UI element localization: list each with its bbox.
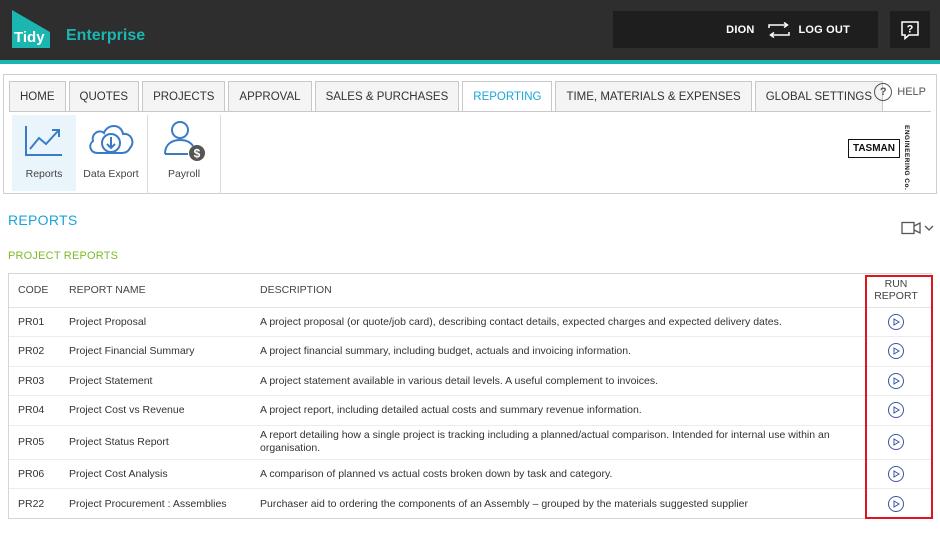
cell-code: PR02: [9, 336, 60, 367]
subnav-data-export-label: Data Export: [83, 168, 139, 180]
subnav-reports-label: Reports: [25, 168, 63, 180]
tab-quotes[interactable]: QUOTES: [68, 81, 140, 112]
cell-report-name: Project Statement: [60, 366, 251, 396]
tab-approval[interactable]: APPROVAL: [228, 81, 312, 112]
svg-text:$: $: [194, 147, 201, 161]
company-logo: TASMAN ENGINEERING Co.: [847, 125, 910, 191]
table-row: PR06 Project Cost Analysis A comparison …: [9, 459, 931, 489]
logo-enterprise-text: Enterprise: [66, 27, 146, 44]
run-report-button[interactable]: [888, 434, 904, 450]
table-row: PR02 Project Financial Summary A project…: [9, 336, 931, 367]
logout-link[interactable]: LOG OUT: [798, 24, 850, 36]
table-row: PR04 Project Cost vs Revenue A project r…: [9, 395, 931, 426]
logout-icon[interactable]: [766, 21, 792, 38]
cell-code: PR05: [9, 425, 60, 460]
tab-sales-purchases[interactable]: SALES & PURCHASES: [314, 81, 460, 112]
table-header-row: CODE REPORT NAME DESCRIPTION RUN REPORT: [9, 274, 931, 308]
col-header-report-name: REPORT NAME: [60, 274, 251, 308]
tab-projects[interactable]: PROJECTS: [142, 81, 226, 112]
cell-report-name: Project Proposal: [60, 307, 251, 337]
play-icon: [893, 469, 900, 478]
table-row: PR03 Project Statement A project stateme…: [9, 366, 931, 396]
top-bar: Tidy Enterprise DION LOG OUT ?: [0, 0, 940, 60]
cell-report-name: Project Cost vs Revenue: [60, 395, 251, 426]
cell-description: A project report, including detailed act…: [251, 395, 861, 426]
help-button[interactable]: ?: [890, 11, 930, 48]
cell-description: Purchaser aid to ordering the components…: [260, 497, 748, 510]
logo-mark: Tidy: [12, 10, 50, 48]
chart-trend-icon: [25, 126, 62, 156]
run-report-button[interactable]: [888, 495, 904, 512]
cell-report-name: Project Cost Analysis: [60, 459, 251, 489]
play-icon: [893, 317, 900, 326]
cell-report-name: Project Financial Summary: [60, 336, 251, 367]
header-accent-line: [0, 60, 940, 64]
play-icon: [893, 406, 900, 415]
chevron-down-icon: [924, 225, 934, 231]
subnav-data-export[interactable]: Data Export: [79, 115, 143, 191]
reports-table: CODE REPORT NAME DESCRIPTION RUN REPORT …: [8, 273, 932, 519]
svg-text:?: ?: [907, 23, 914, 35]
col-header-description: DESCRIPTION: [251, 274, 861, 308]
help-circle-icon: ?: [874, 83, 893, 101]
play-icon: [893, 347, 900, 356]
run-report-button[interactable]: [888, 372, 904, 389]
tab-global-settings[interactable]: GLOBAL SETTINGS: [754, 81, 883, 112]
tab-reporting[interactable]: REPORTING: [462, 81, 553, 112]
section-title: PROJECT REPORTS: [8, 250, 119, 262]
run-report-button[interactable]: [888, 313, 904, 330]
table-row: PR05 Project Status Report A report deta…: [9, 425, 931, 460]
cell-report-name: Project Procurement : Assemblies: [69, 497, 227, 510]
play-icon: [893, 438, 900, 446]
play-icon: [893, 376, 900, 385]
main-tabs: HOME QUOTES PROJECTS APPROVAL SALES & PU…: [9, 81, 883, 112]
help-label: HELP: [897, 86, 926, 98]
nav-panel: HOME QUOTES PROJECTS APPROVAL SALES & PU…: [3, 74, 937, 194]
tab-home[interactable]: HOME: [9, 81, 66, 112]
cell-code: PR22: [18, 497, 45, 510]
logo-tidy-text: Tidy: [14, 29, 45, 46]
subnav-reports[interactable]: Reports: [12, 115, 76, 191]
question-box-icon: ?: [901, 20, 919, 40]
username: DION: [726, 23, 755, 36]
cloud-download-icon: [89, 125, 134, 154]
cell-code: PR06: [9, 459, 60, 489]
brand-logo[interactable]: Tidy Enterprise: [12, 10, 145, 48]
cell-description: A project statement available in various…: [251, 366, 861, 396]
cell-report-name: Project Status Report: [60, 425, 251, 460]
cell-code: PR04: [9, 395, 60, 426]
subnav-separator: [147, 115, 148, 193]
table-row: PR01 Project Proposal A project proposal…: [9, 307, 931, 337]
cell-description: A project proposal (or quote/job card), …: [251, 307, 861, 337]
video-help-control[interactable]: [901, 221, 934, 235]
user-box: DION LOG OUT: [613, 11, 878, 48]
tab-divider: [9, 111, 931, 112]
table-row: PR22 Project Procurement : Assemblies Pu…: [9, 489, 931, 519]
company-logo-name: TASMAN: [847, 139, 900, 158]
subnav-payroll[interactable]: $ Payroll: [152, 115, 216, 191]
col-header-run-report: RUN REPORT: [861, 274, 931, 308]
cell-description: A comparison of planned vs actual costs …: [251, 459, 861, 489]
page-title: REPORTS: [8, 212, 78, 228]
cell-description: A report detailing how a single project …: [251, 425, 861, 460]
company-logo-subtitle: ENGINEERING Co.: [903, 125, 910, 191]
video-camera-icon: [901, 221, 921, 235]
cell-description: A project financial summary, including b…: [251, 336, 861, 367]
col-header-code: CODE: [9, 274, 60, 308]
run-report-button[interactable]: [888, 343, 904, 360]
subnav-separator: [220, 115, 221, 193]
run-report-button[interactable]: [888, 402, 904, 419]
run-report-button[interactable]: [888, 465, 904, 482]
help-link[interactable]: ? HELP: [874, 83, 926, 101]
cell-code: PR01: [9, 307, 60, 337]
user-dollar-icon: $: [164, 121, 205, 161]
reporting-subnav: Reports Data Export $ Payroll: [12, 115, 225, 193]
play-icon: [893, 499, 900, 508]
subnav-payroll-label: Payroll: [167, 168, 201, 180]
tab-time-materials-expenses[interactable]: TIME, MATERIALS & EXPENSES: [555, 81, 752, 112]
cell-code: PR03: [9, 366, 60, 396]
